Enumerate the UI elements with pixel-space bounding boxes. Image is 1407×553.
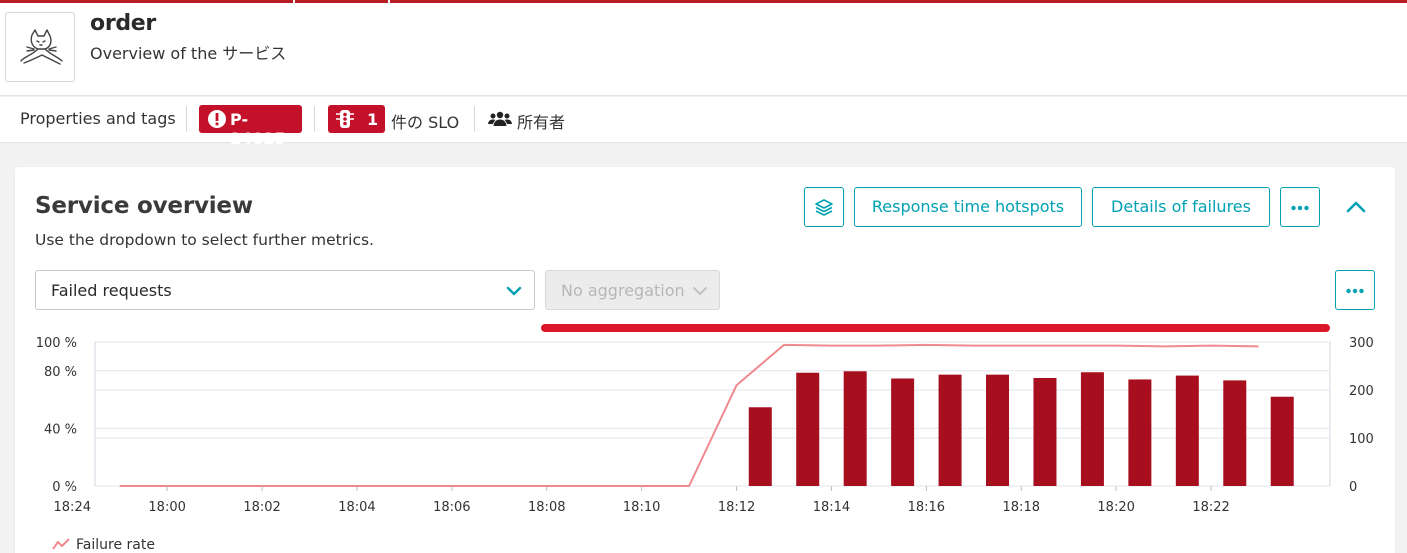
chevron-down-icon — [693, 287, 707, 295]
divider — [314, 106, 315, 132]
service-overview-card: Service overview Use the dropdown to sel… — [15, 167, 1395, 553]
slo-label[interactable]: 件の SLO — [391, 109, 459, 133]
more-actions-button[interactable] — [1280, 187, 1320, 227]
problem-id: P-24025 — [230, 110, 286, 148]
details-of-failures-button[interactable]: Details of failures — [1092, 187, 1270, 227]
entity-header: order Overview of the サービス — [0, 3, 1407, 96]
legend-label-failure-rate: Failure rate — [76, 537, 155, 553]
page-title: order — [90, 11, 156, 36]
metric-select-value: Failed requests — [51, 281, 172, 300]
chevron-down-icon — [506, 286, 522, 296]
problem-badge[interactable]: P-24025 — [199, 105, 302, 148]
metric-select[interactable]: Failed requests — [35, 270, 535, 310]
problem-timeframe-bar[interactable] — [541, 324, 1330, 332]
slo-count: 1 — [367, 110, 379, 129]
card-subtitle: Use the dropdown to select further metri… — [35, 231, 374, 249]
card-title: Service overview — [35, 193, 253, 219]
owners-icon — [488, 111, 512, 126]
more-icon — [1346, 288, 1364, 294]
more-icon — [1291, 205, 1309, 211]
traffic-light-icon — [336, 110, 354, 128]
layers-icon — [815, 199, 833, 216]
properties-and-tags-link[interactable]: Properties and tags — [20, 109, 176, 128]
chart-more-button[interactable] — [1335, 270, 1375, 310]
aggregation-select-value: No aggregation — [561, 281, 685, 300]
aggregation-select: No aggregation — [545, 270, 720, 310]
alert-icon — [208, 110, 226, 128]
collapse-chevron-icon[interactable] — [1343, 197, 1369, 217]
line-series-icon — [52, 538, 70, 550]
slo-badge[interactable]: 1 — [328, 105, 385, 133]
response-time-hotspots-button[interactable]: Response time hotspots — [854, 187, 1082, 227]
divider — [474, 106, 475, 132]
layers-button[interactable] — [804, 187, 844, 227]
tomcat-logo — [5, 12, 75, 82]
divider — [186, 106, 187, 132]
page-subtitle: Overview of the サービス — [90, 44, 287, 63]
owners-link[interactable]: 所有者 — [517, 109, 565, 133]
properties-tagbar: Properties and tags P-24025 1 件の SLO 所有者 — [0, 97, 1407, 148]
